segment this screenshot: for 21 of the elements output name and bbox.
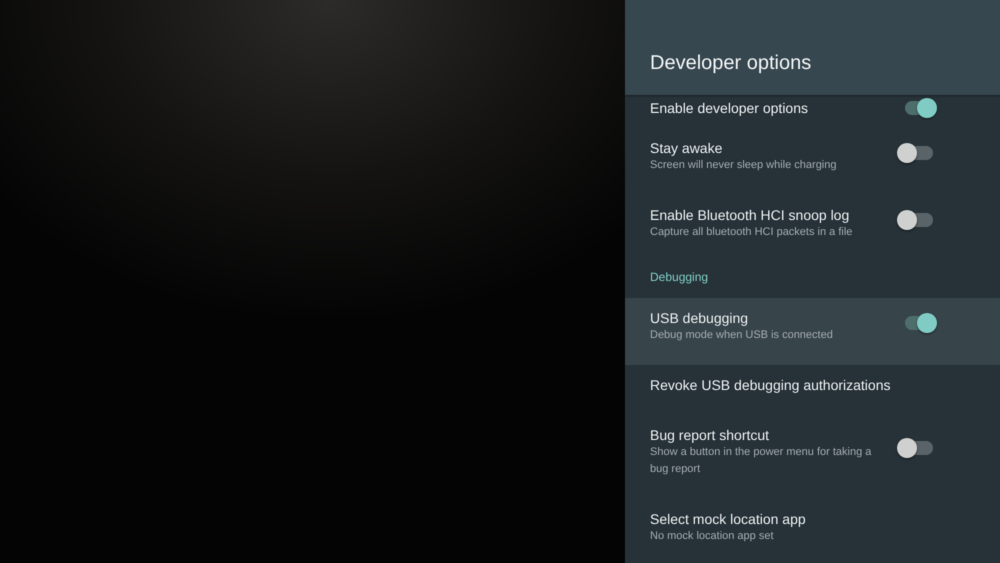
panel-title: Developer options <box>650 51 812 75</box>
setting-description: Debug mode when USB is connected <box>650 328 833 343</box>
setting-row[interactable]: Stay awake Screen will never sleep while charging <box>625 128 1000 195</box>
setting-row[interactable]: Enable developer options <box>625 95 1000 128</box>
setting-title: Bug report shortcut <box>650 426 770 444</box>
setting-description: Capture all bluetooth HCI packets in a file <box>650 225 852 240</box>
setting-description: No mock location app set <box>650 529 775 544</box>
section-heading: Debugging <box>649 269 710 286</box>
setting-row[interactable]: USB debugging Debug mode when USB is connected <box>625 298 1000 365</box>
setting-row[interactable]: Enable Bluetooth HCI snoop log Capture all bluetooth HCI packets in a file <box>625 195 1000 262</box>
setting-title: Enable Bluetooth HCI snoop log <box>650 206 850 224</box>
setting-title: Revoke USB debugging authorizations <box>650 376 890 394</box>
setting-title: Enable developer options <box>650 99 808 117</box>
setting-title: USB debugging <box>650 309 750 327</box>
setting-title: Select mock location app <box>650 510 806 528</box>
setting-title: Stay awake <box>650 139 724 157</box>
setting-description: Show a button in the power menu for taking a bug report <box>650 445 872 477</box>
setting-description: Screen will never sleep while charging <box>650 158 836 173</box>
setting-row[interactable]: Bug report shortcut Show a button in the power menu for taking a bug report <box>625 415 1000 499</box>
setting-row[interactable]: Revoke USB debugging authorizations <box>625 365 1000 415</box>
setting-row[interactable]: Select mock location app No mock location app set <box>625 499 1000 563</box>
